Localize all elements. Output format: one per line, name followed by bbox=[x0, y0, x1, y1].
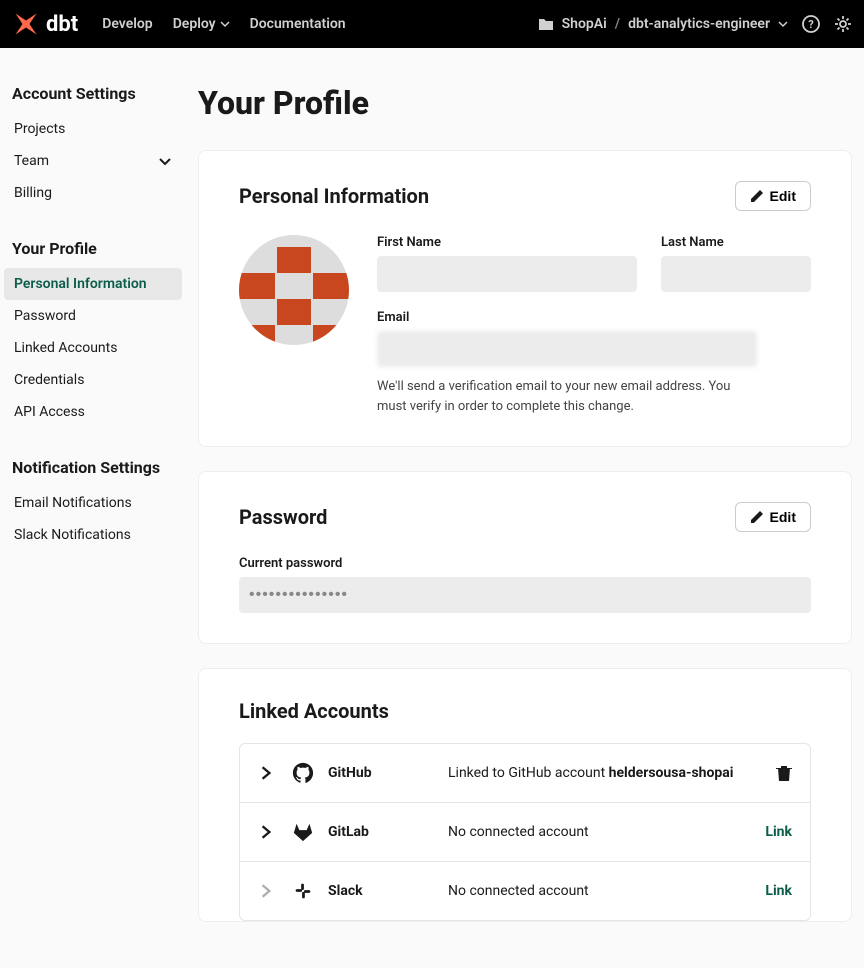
project-folder: ShopAi bbox=[562, 16, 607, 32]
main-content: Your Profile Personal Information Edit bbox=[198, 78, 852, 946]
chevron-right-icon bbox=[258, 883, 274, 899]
help-icon[interactable]: ? bbox=[802, 15, 820, 33]
page-title: Your Profile bbox=[198, 84, 852, 122]
dbt-logo-icon bbox=[12, 10, 40, 38]
github-status: Linked to GitHub account heldersousa-sho… bbox=[448, 765, 776, 781]
sidebar-heading-account: Account Settings bbox=[12, 78, 182, 109]
brand-text: dbt bbox=[46, 12, 78, 37]
password-heading: Password bbox=[239, 505, 327, 529]
slack-link-button[interactable]: Link bbox=[765, 883, 792, 899]
first-name-field[interactable] bbox=[377, 256, 637, 292]
linked-accounts-heading: Linked Accounts bbox=[239, 699, 811, 723]
current-password-field[interactable] bbox=[239, 577, 811, 613]
svg-text:?: ? bbox=[808, 18, 814, 31]
project-name: dbt-analytics-engineer bbox=[628, 16, 770, 32]
first-name-label: First Name bbox=[377, 235, 637, 250]
trash-icon[interactable] bbox=[776, 764, 792, 782]
edit-password-button[interactable]: Edit bbox=[735, 502, 811, 532]
linked-account-slack: Slack No connected account Link bbox=[240, 862, 810, 920]
email-label: Email bbox=[377, 310, 757, 325]
avatar bbox=[239, 235, 349, 345]
sidebar-item-slack-notifications[interactable]: Slack Notifications bbox=[4, 519, 182, 551]
sidebar-item-api-access[interactable]: API Access bbox=[4, 396, 182, 428]
chevron-right-icon[interactable] bbox=[258, 824, 274, 840]
top-navbar: dbt Develop Deploy Documentation ShopAi … bbox=[0, 0, 864, 48]
nav-develop[interactable]: Develop bbox=[102, 16, 152, 32]
github-label: GitHub bbox=[328, 765, 448, 781]
sidebar-item-credentials[interactable]: Credentials bbox=[4, 364, 182, 396]
email-field[interactable] bbox=[377, 331, 757, 367]
email-help-text: We'll send a verification email to your … bbox=[377, 377, 757, 416]
pencil-icon bbox=[750, 510, 764, 524]
edit-personal-info-button[interactable]: Edit bbox=[735, 181, 811, 211]
password-card: Password Edit Current password bbox=[198, 471, 852, 644]
gitlab-link-button[interactable]: Link bbox=[765, 824, 792, 840]
current-password-label: Current password bbox=[239, 556, 811, 571]
chevron-down-icon bbox=[158, 154, 172, 168]
last-name-field[interactable] bbox=[661, 256, 811, 292]
linked-account-gitlab: GitLab No connected account Link bbox=[240, 803, 810, 862]
linked-accounts-card: Linked Accounts GitHub Linked to GitHub … bbox=[198, 668, 852, 922]
chevron-down-icon bbox=[220, 19, 230, 29]
breadcrumb-separator: / bbox=[615, 16, 620, 32]
slack-status: No connected account bbox=[448, 883, 765, 899]
dbt-logo[interactable]: dbt bbox=[12, 10, 78, 38]
sidebar-item-personal-information[interactable]: Personal Information bbox=[4, 268, 182, 300]
sidebar-heading-profile: Your Profile bbox=[12, 233, 182, 264]
sidebar-item-linked-accounts[interactable]: Linked Accounts bbox=[4, 332, 182, 364]
sidebar-item-billing[interactable]: Billing bbox=[4, 177, 182, 209]
github-icon bbox=[292, 762, 314, 784]
personal-info-heading: Personal Information bbox=[239, 184, 429, 208]
personal-info-card: Personal Information Edit bbox=[198, 150, 852, 447]
gitlab-status: No connected account bbox=[448, 824, 765, 840]
slack-icon bbox=[292, 880, 314, 902]
nav-deploy[interactable]: Deploy bbox=[173, 16, 230, 32]
project-breadcrumb[interactable]: ShopAi / dbt-analytics-engineer bbox=[538, 16, 788, 32]
nav-documentation[interactable]: Documentation bbox=[250, 16, 346, 32]
linked-account-github: GitHub Linked to GitHub account helderso… bbox=[240, 744, 810, 803]
folder-icon bbox=[538, 17, 554, 31]
sidebar-item-password[interactable]: Password bbox=[4, 300, 182, 332]
sidebar-item-email-notifications[interactable]: Email Notifications bbox=[4, 487, 182, 519]
gear-icon[interactable] bbox=[834, 15, 852, 33]
sidebar-heading-notifications: Notification Settings bbox=[12, 452, 182, 483]
last-name-label: Last Name bbox=[661, 235, 811, 250]
slack-label: Slack bbox=[328, 883, 448, 899]
sidebar: Account Settings Projects Team Billing Y… bbox=[12, 78, 182, 946]
gitlab-icon bbox=[292, 821, 314, 843]
gitlab-label: GitLab bbox=[328, 824, 448, 840]
sidebar-item-projects[interactable]: Projects bbox=[4, 113, 182, 145]
sidebar-item-team[interactable]: Team bbox=[4, 145, 182, 177]
chevron-right-icon[interactable] bbox=[258, 765, 274, 781]
chevron-down-icon bbox=[778, 19, 788, 29]
linked-accounts-list: GitHub Linked to GitHub account helderso… bbox=[239, 743, 811, 921]
pencil-icon bbox=[750, 189, 764, 203]
